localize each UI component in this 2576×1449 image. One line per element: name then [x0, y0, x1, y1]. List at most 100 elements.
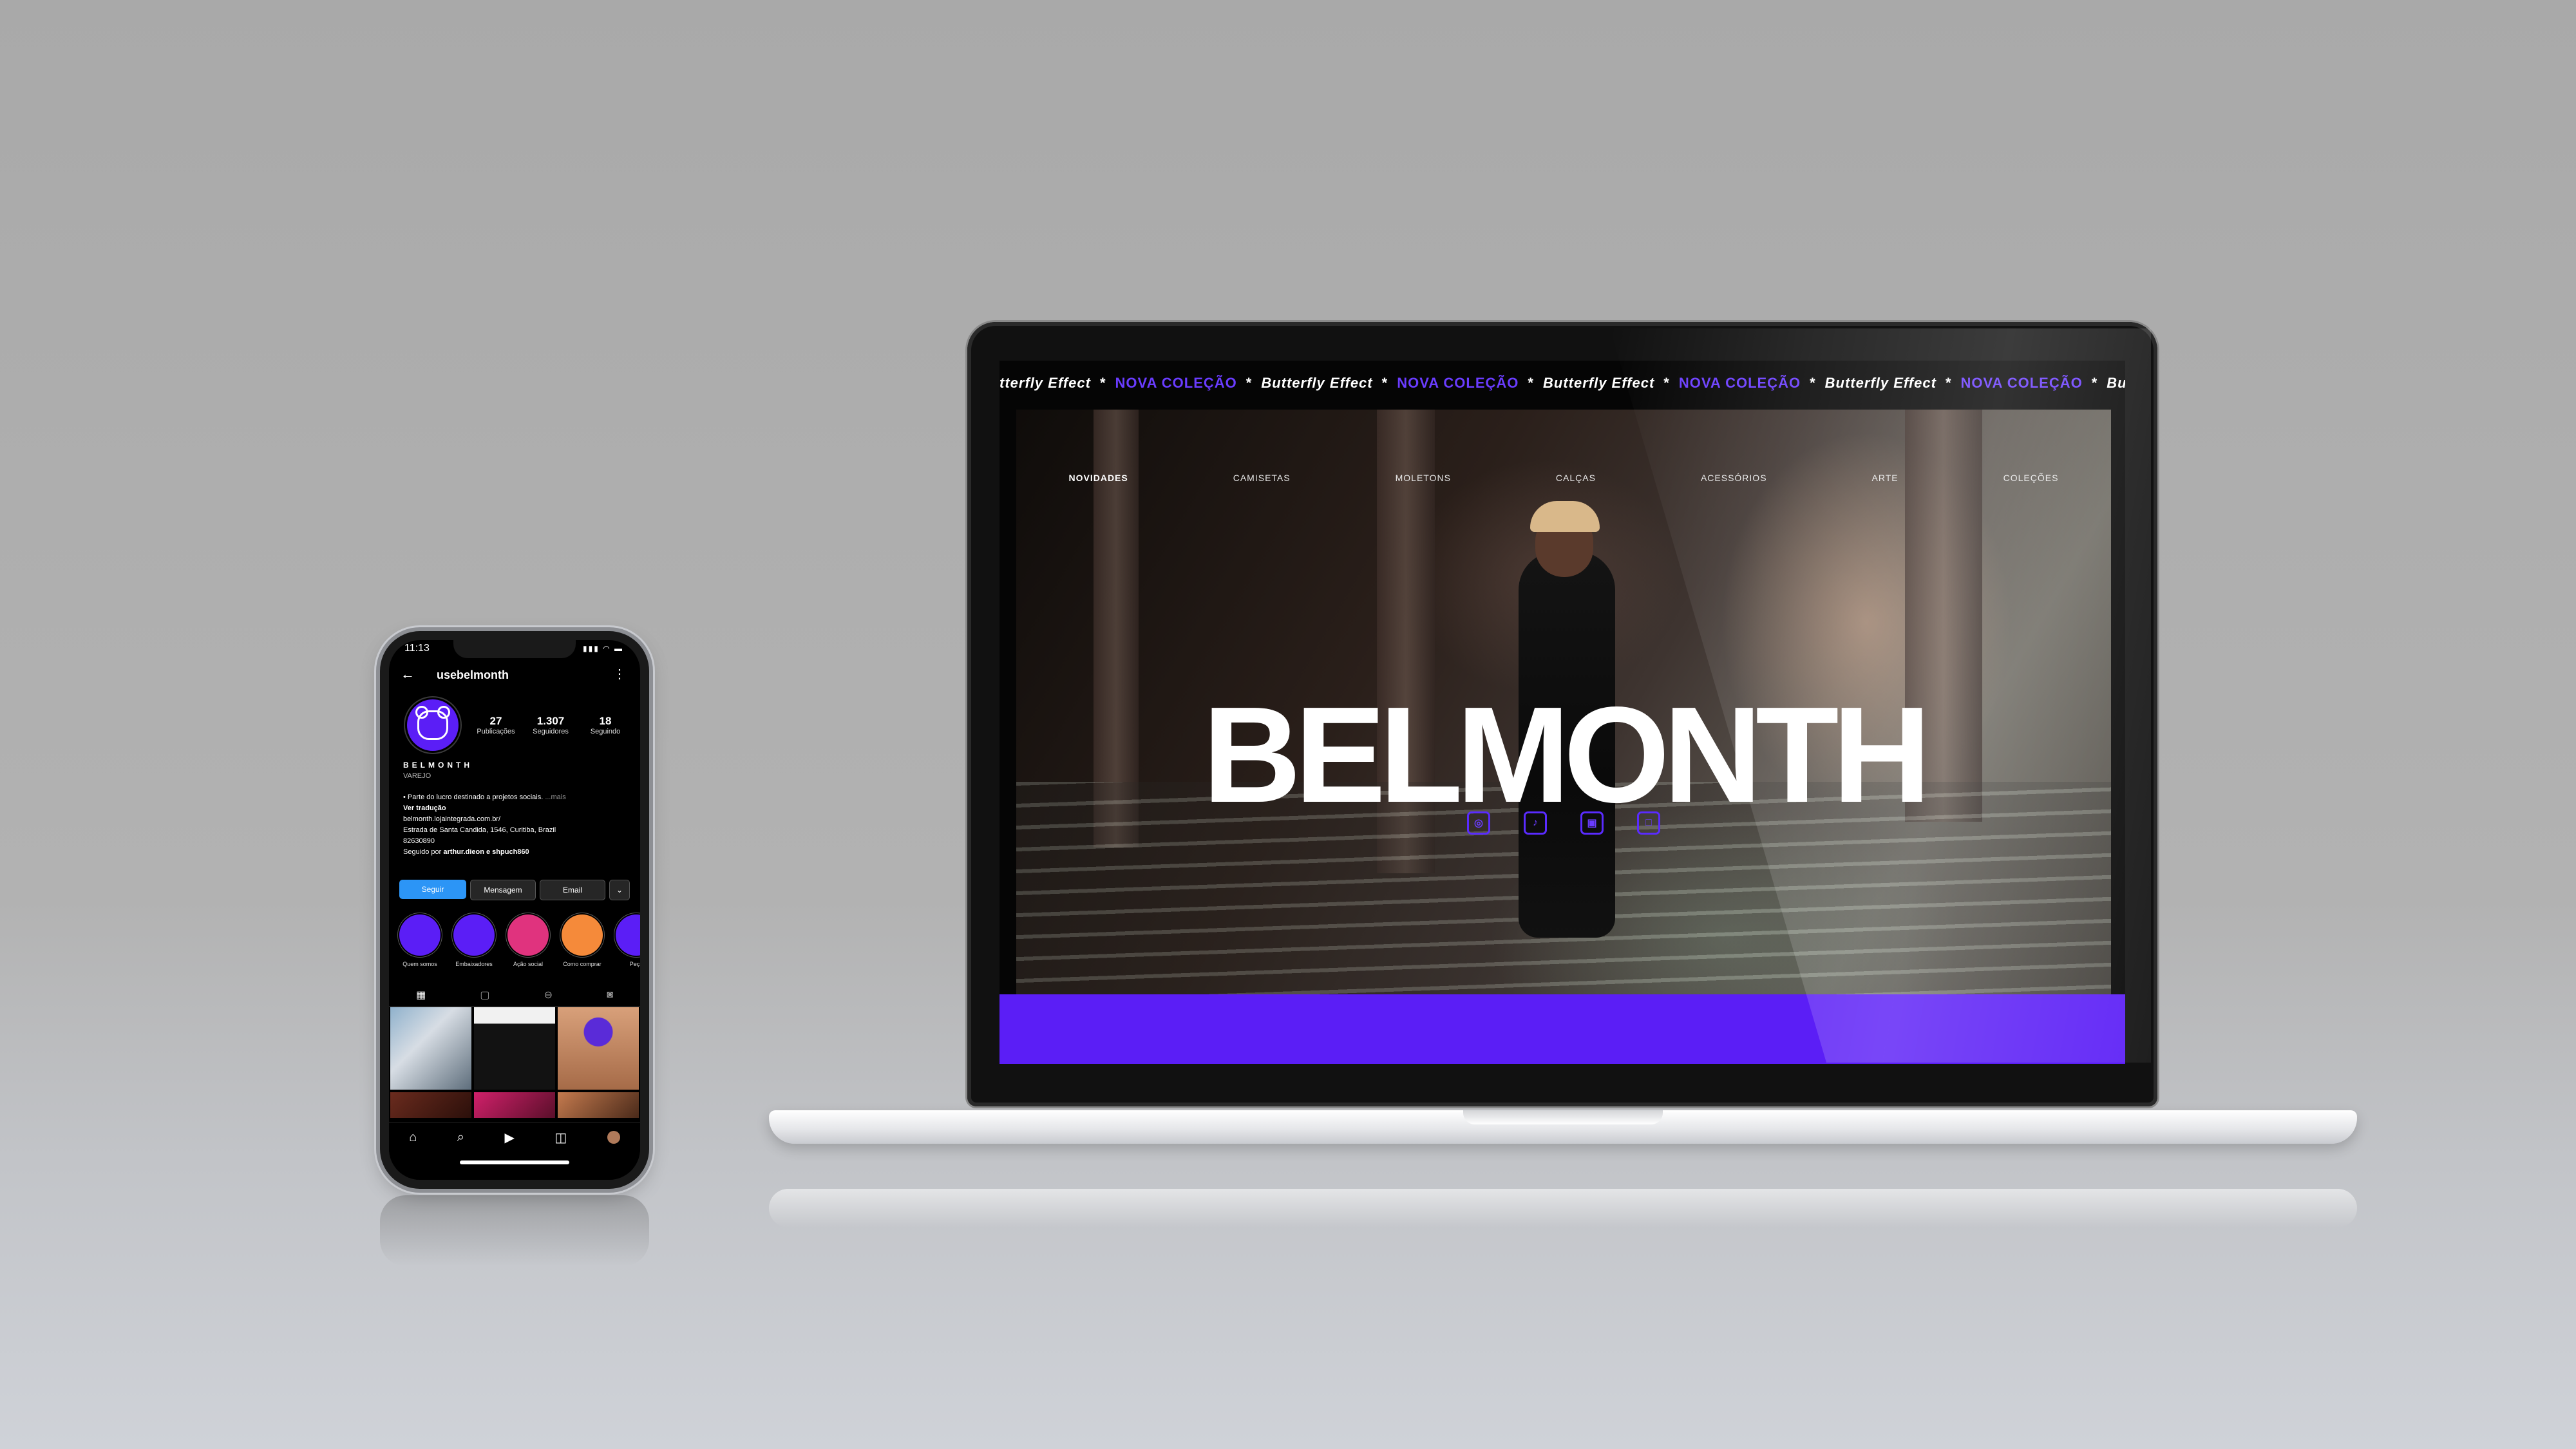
bio-line: • Parte do lucro destinado a projetos so… [403, 792, 629, 803]
nav-item-novidades[interactable]: NOVIDADES [1069, 473, 1128, 483]
highlight-label: Peça [629, 961, 640, 967]
nav-item-arte[interactable]: ARTE [1872, 473, 1899, 483]
store-icon[interactable]: ▣ [1580, 811, 1604, 835]
story-highlight[interactable]: Como comprar [562, 914, 603, 967]
stat-value: 1.307 [536, 715, 565, 727]
grid-icon[interactable]: ▦ [416, 989, 426, 1001]
email-button[interactable]: Email [540, 880, 605, 900]
followed-names: arthur.dieon e shpuch860 [443, 848, 529, 856]
laptop-screen: tterfly Effect * NOVA COLEÇÃO * Butterfly Ef… [999, 361, 2125, 1064]
stat-following[interactable]: 18 Seguindo [580, 715, 631, 735]
ticker-text: NOVA COLEÇÃO [1115, 375, 1237, 391]
ticker-text: Butterfly Effect [1824, 375, 1937, 391]
story-highlights: Quem somos Embaixadores Ação social Como co… [399, 914, 640, 967]
address-text[interactable]: Estrada de Santa Candida, 1546, Curitiba… [403, 825, 629, 836]
social-links: ◎ ♪ ▣ □ [1016, 811, 2111, 835]
instagram-icon[interactable]: ◎ [1467, 811, 1490, 835]
followed-prefix: Seguido por [403, 848, 442, 856]
stat-value: 27 [489, 715, 502, 727]
stat-posts[interactable]: 27 Publicações [470, 715, 522, 735]
announcement-ticker: tterfly Effect * NOVA COLEÇÃO * Butterfly Ef… [999, 361, 2125, 406]
tagged-icon[interactable]: ◙ [607, 989, 613, 1001]
stat-label: Seguindo [590, 728, 621, 735]
highlight-label: Como comprar [563, 961, 601, 967]
nav-item-camisetas[interactable]: CAMISETAS [1233, 473, 1291, 483]
profile-avatar-icon[interactable] [607, 1131, 620, 1144]
stat-followers[interactable]: 1.307 Seguidores [525, 715, 576, 735]
story-highlight[interactable]: Ação social [507, 914, 549, 967]
profile-category: VAREJO [403, 772, 431, 780]
guides-icon[interactable]: ⊖ [544, 989, 553, 1001]
ticker-separator: * [2091, 375, 2098, 391]
ticker-text: Butterfly Effect [2107, 375, 2125, 391]
ticker-separator: * [1663, 375, 1670, 391]
shop-icon[interactable]: ◫ [554, 1130, 567, 1146]
reels-nav-icon[interactable]: ▶ [504, 1130, 514, 1146]
promo-banner[interactable] [999, 994, 2125, 1064]
story-highlight[interactable]: Embaixadores [453, 914, 495, 967]
phone-notch [453, 640, 576, 658]
ticker-text: NOVA COLEÇÃO [1678, 375, 1801, 391]
stat-value: 18 [599, 715, 612, 727]
post-thumbnail[interactable] [558, 1007, 639, 1090]
brand-title: BELMONTH [1202, 678, 1931, 831]
home-indicator[interactable] [460, 1160, 569, 1164]
post-thumbnail[interactable] [474, 1007, 555, 1090]
nav-item-moletons[interactable]: MOLETONS [1396, 473, 1451, 483]
nav-item-colecoes[interactable]: COLEÇÕES [2003, 473, 2059, 483]
more-options-icon[interactable]: ⋮ [613, 666, 626, 682]
profile-actions: Seguir Mensagem Email ⌄ [399, 880, 630, 900]
post-thumbnail[interactable] [390, 1092, 471, 1118]
reels-icon[interactable]: ▢ [480, 989, 489, 1001]
highlight-label: Embaixadores [455, 961, 493, 967]
search-icon[interactable]: ⌕ [457, 1130, 464, 1145]
profile-username: usebelmonth [437, 668, 509, 681]
nav-item-acessorios[interactable]: ACESSÓRIOS [1701, 473, 1767, 483]
home-icon[interactable]: ⌂ [409, 1130, 417, 1145]
laptop-reflection [769, 1189, 2357, 1227]
status-time: 11:13 [404, 643, 430, 654]
message-button[interactable]: Mensagem [470, 880, 536, 900]
hero-image: NOVIDADES CAMISETAS MOLETONS CALÇAS ACESSÓRI… [1016, 410, 2111, 994]
post-grid [390, 1007, 639, 1118]
ticker-separator: * [1945, 375, 1952, 391]
story-highlight[interactable]: Quem somos [399, 914, 440, 967]
followed-by[interactable]: Seguido por arthur.dieon e shpuch860 [403, 847, 629, 858]
highlight-cover [507, 914, 549, 956]
ticker-separator: * [1381, 375, 1388, 391]
translate-link[interactable]: Ver tradução [403, 803, 629, 814]
back-arrow-icon[interactable]: ← [401, 666, 415, 683]
profile-stats: 27 Publicações 1.307 Seguidores 18 Segui… [470, 715, 631, 735]
profile-header: ← usebelmonth ⋮ [389, 666, 640, 685]
post-thumbnail[interactable] [390, 1007, 471, 1090]
stat-label: Seguidores [533, 728, 569, 735]
ticker-text: Butterfly Effect [1261, 375, 1373, 391]
post-thumbnail[interactable] [474, 1092, 555, 1118]
phone-reflection [380, 1195, 649, 1266]
highlight-cover [616, 914, 640, 956]
highlight-cover [399, 914, 440, 956]
website-link[interactable]: belmonth.lojaintegrada.com.br/ [403, 814, 629, 825]
ticker-separator: * [1099, 375, 1106, 391]
status-icons: ▮▮▮ ◠ ▬ [583, 644, 623, 653]
ticker-text: NOVA COLEÇÃO [1397, 375, 1519, 391]
follow-button[interactable]: Seguir [399, 880, 466, 899]
chevron-down-icon[interactable]: ⌄ [609, 880, 630, 900]
highlight-label: Ação social [513, 961, 544, 967]
profile-tabs: ▦ ▢ ⊖ ◙ [389, 984, 640, 1007]
tiktok-icon[interactable]: ♪ [1524, 811, 1547, 835]
avatar[interactable] [407, 699, 459, 751]
zip-text: 82630890 [403, 837, 435, 845]
ticker-text: Butterfly Effect [1542, 375, 1655, 391]
bio-more-link[interactable]: ...mais [545, 793, 565, 801]
bear-logo-icon [415, 706, 450, 740]
laptop-base-notch [1463, 1110, 1663, 1124]
post-thumbnail[interactable] [558, 1092, 639, 1118]
chat-icon[interactable]: □ [1637, 811, 1660, 835]
story-highlight[interactable]: Peça [616, 914, 640, 967]
ticker-separator: * [1528, 375, 1534, 391]
profile-name: BELMONTH [403, 761, 473, 770]
stat-label: Publicações [477, 728, 515, 735]
nav-item-calcas[interactable]: CALÇAS [1556, 473, 1596, 483]
main-nav: NOVIDADES CAMISETAS MOLETONS CALÇAS ACESSÓRI… [1016, 465, 2111, 491]
